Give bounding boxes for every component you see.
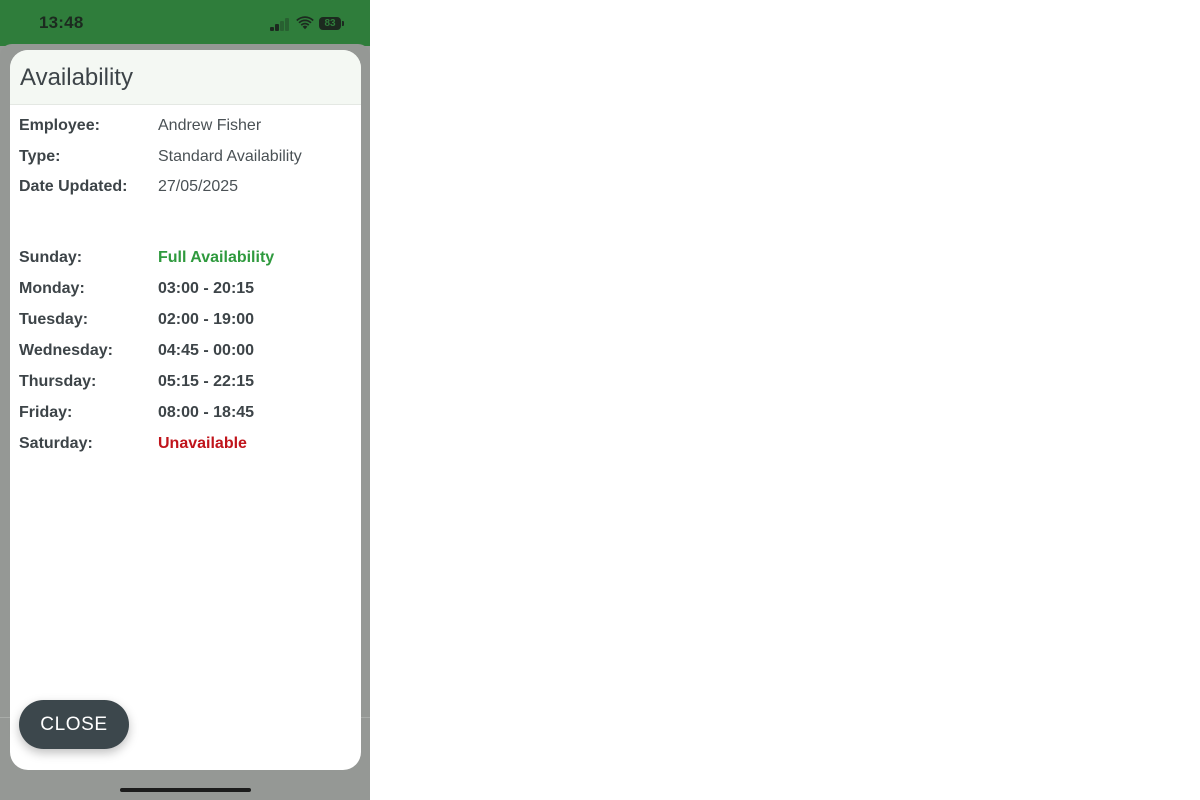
wifi-icon <box>296 16 314 30</box>
detail-row-type: Type: Standard Availability <box>19 146 349 168</box>
schedule-row-thursday: Thursday: 05:15 - 22:15 <box>19 371 349 393</box>
schedule-row-tuesday: Tuesday: 02:00 - 19:00 <box>19 309 349 331</box>
modal-header: Availability <box>10 50 361 105</box>
date-updated: 27/05/2025 <box>158 178 239 195</box>
day-label: Saturday: <box>19 435 93 452</box>
close-button[interactable]: CLOSE <box>19 700 129 749</box>
detail-label: Employee: <box>19 117 100 134</box>
day-label: Sunday: <box>19 249 83 266</box>
day-availability: Full Availability <box>158 249 275 266</box>
day-availability: 02:00 - 19:00 <box>158 311 255 328</box>
status-time: 13:48 <box>39 13 84 32</box>
day-availability: 08:00 - 18:45 <box>158 404 255 421</box>
day-label: Wednesday: <box>19 342 113 359</box>
day-label: Thursday: <box>19 373 97 390</box>
modal-title: Availability <box>20 64 133 91</box>
detail-label: Type: <box>19 148 61 165</box>
signal-icon <box>270 17 290 31</box>
detail-row-date-updated: Date Updated: 27/05/2025 <box>19 176 349 198</box>
day-availability: 04:45 - 00:00 <box>158 342 255 359</box>
schedule-row-saturday: Saturday: Unavailable <box>19 433 349 455</box>
availability-type: Standard Availability <box>158 148 302 165</box>
home-indicator[interactable] <box>120 788 251 792</box>
schedule-row-friday: Friday: 08:00 - 18:45 <box>19 402 349 424</box>
battery-icon: 83 <box>319 17 346 31</box>
schedule-row-sunday: Sunday: Full Availability <box>19 247 349 269</box>
availability-modal: Availability Employee: Andrew Fisher Typ… <box>10 50 361 770</box>
detail-label: Date Updated: <box>19 178 128 195</box>
day-availability: Unavailable <box>158 435 247 452</box>
employee-name: Andrew Fisher <box>158 117 262 134</box>
day-availability: 03:00 - 20:15 <box>158 280 255 297</box>
day-availability: 05:15 - 22:15 <box>158 373 255 390</box>
detail-row-employee: Employee: Andrew Fisher <box>19 115 349 137</box>
day-label: Tuesday: <box>19 311 89 328</box>
day-label: Monday: <box>19 280 85 297</box>
schedule-row-wednesday: Wednesday: 04:45 - 00:00 <box>19 340 349 362</box>
schedule-row-monday: Monday: 03:00 - 20:15 <box>19 278 349 300</box>
phone-screen: 13:48 83 Availability Employee: Andrew F… <box>0 0 370 800</box>
battery-level: 83 <box>319 17 341 30</box>
day-label: Friday: <box>19 404 73 421</box>
status-bar: 13:48 83 <box>0 0 370 46</box>
